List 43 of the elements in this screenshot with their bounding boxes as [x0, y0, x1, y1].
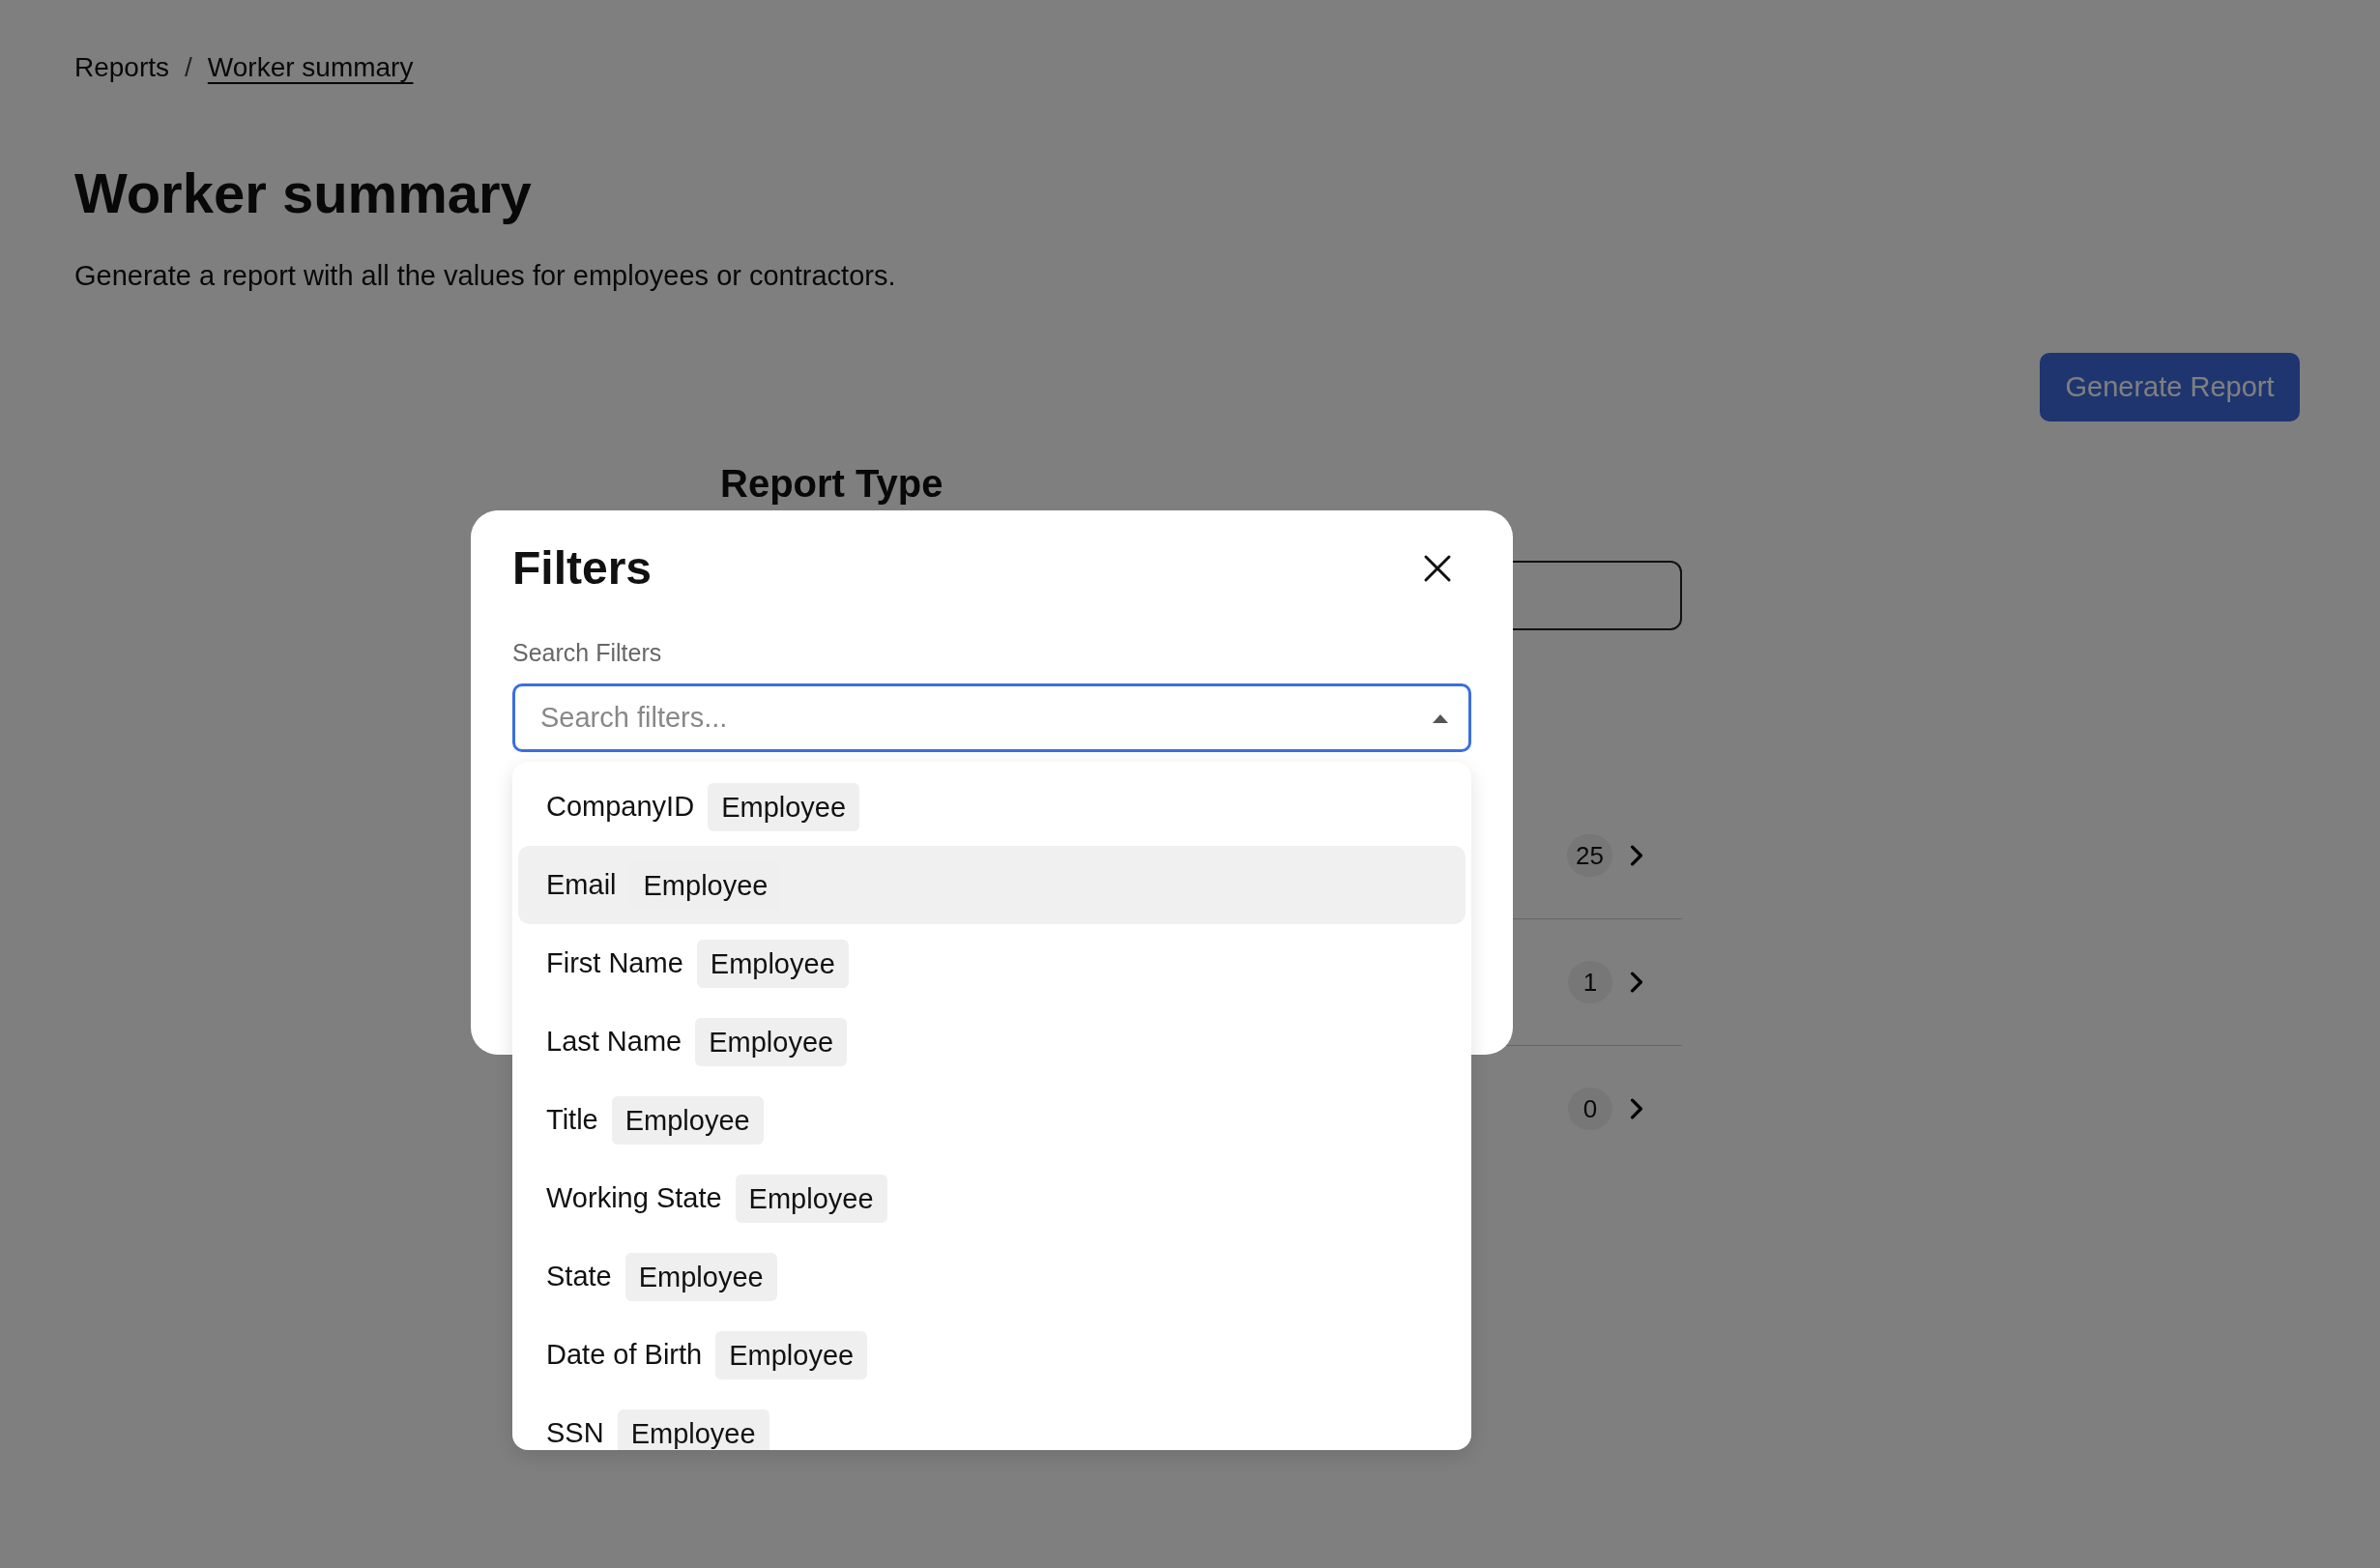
option-tag: Employee	[696, 939, 849, 988]
dropdown-option[interactable]: Email Employee	[518, 846, 1466, 924]
option-label: Working State	[546, 1182, 722, 1214]
page-description: Generate a report with all the values for employees or contractors.	[74, 259, 897, 293]
dialog-title: Filters	[512, 541, 653, 595]
search-field[interactable]: Search filters...	[512, 683, 1471, 752]
option-tag: Employee	[708, 782, 860, 831]
chevron-right-icon[interactable]	[1630, 845, 1643, 866]
option-tag: Employee	[715, 1330, 868, 1379]
option-label: CompanyID	[546, 791, 695, 823]
breadcrumb-link[interactable]: Worker summary	[207, 48, 414, 87]
caret-up-icon	[1433, 713, 1448, 723]
option-tag: Employee	[695, 1017, 848, 1066]
dropdown-option[interactable]: Last Name Employee	[518, 1002, 1466, 1081]
option-label: Last Name	[546, 1026, 682, 1058]
dropdown-option[interactable]: Working State Employee	[518, 1159, 1466, 1237]
option-label: Email	[546, 869, 617, 901]
dropdown-option[interactable]: Title Employee	[518, 1081, 1466, 1159]
dropdown-option[interactable]: CompanyID Employee	[518, 768, 1466, 846]
chevron-right-icon[interactable]	[1630, 972, 1643, 993]
option-label: SSN	[546, 1417, 604, 1449]
option-tag: Employee	[611, 1095, 764, 1145]
option-label: State	[546, 1261, 612, 1292]
dropdown-option[interactable]: First Name Employee	[518, 924, 1466, 1002]
field-label: Search Filters	[512, 638, 663, 667]
breadcrumb-link[interactable]: Reports	[74, 48, 170, 87]
dropdown-option[interactable]: SSN Employee	[518, 1394, 1466, 1450]
count-badge: 0	[1568, 1088, 1612, 1130]
dropdown-option[interactable]: State Employee	[518, 1237, 1466, 1316]
dropdown-option[interactable]: Date of Birth Employee	[518, 1316, 1466, 1394]
option-tag: Employee	[624, 1252, 777, 1301]
option-tag: Employee	[735, 1174, 887, 1223]
section-heading: Report Type	[720, 461, 944, 507]
breadcrumb-separator: /	[185, 51, 192, 84]
count-badge: 25	[1567, 834, 1612, 877]
option-label: Date of Birth	[546, 1339, 703, 1371]
option-tag: Employee	[617, 1408, 769, 1450]
close-icon[interactable]	[1423, 554, 1452, 583]
option-label: First Name	[546, 947, 683, 979]
count-badge: 1	[1568, 961, 1612, 1003]
chevron-right-icon[interactable]	[1630, 1098, 1643, 1119]
page-title: Worker summary	[74, 160, 533, 226]
option-label: Title	[546, 1104, 598, 1136]
